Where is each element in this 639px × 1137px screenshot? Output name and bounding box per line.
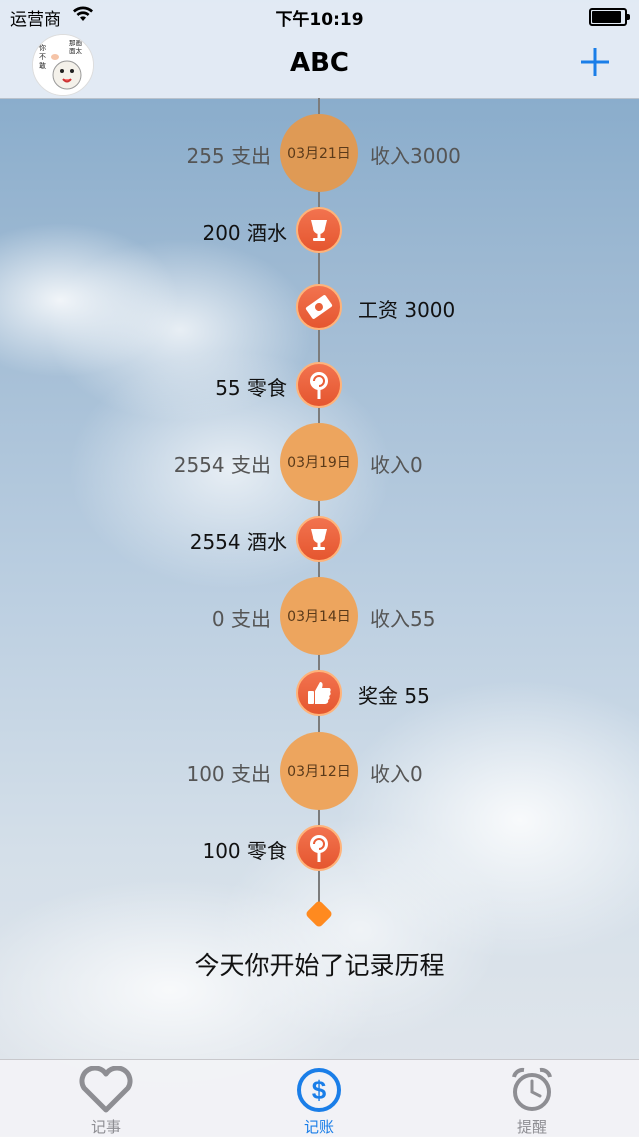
dollar-icon: $ xyxy=(297,1068,341,1112)
battery-icon xyxy=(589,8,630,26)
lollipop-icon[interactable] xyxy=(296,825,342,871)
timeline-start-message: 今天你开始了记录历程 xyxy=(194,951,445,980)
day-income-summary: 收入0 xyxy=(370,762,423,786)
day-income-summary: 收入3000 xyxy=(370,144,461,168)
entry-label: 55 零食 xyxy=(215,376,287,400)
lollipop-icon[interactable] xyxy=(296,362,342,408)
day-expense-summary: 100 支出 xyxy=(186,762,271,786)
entry-label: 100 零食 xyxy=(202,839,287,863)
tab-bar: 记事 $ 记账 提醒 xyxy=(0,1059,639,1137)
entry-label: 奖金 55 xyxy=(358,684,430,708)
svg-text:$: $ xyxy=(312,1075,327,1105)
wine-glass-icon[interactable] xyxy=(296,207,342,253)
wine-glass-icon[interactable] xyxy=(296,516,342,562)
heart-icon xyxy=(79,1066,133,1113)
money-icon[interactable] xyxy=(296,284,342,330)
plus-icon xyxy=(581,48,609,76)
thumbs-up-icon[interactable] xyxy=(296,670,342,716)
day-expense-summary: 2554 支出 xyxy=(173,453,271,477)
day-expense-summary: 255 支出 xyxy=(186,144,271,168)
navigation-bar: 运营商 下午10:19 你 不 敢 那画 面太 ABC xyxy=(0,0,639,99)
day-expense-summary: 0 支出 xyxy=(211,607,271,631)
date-bubble[interactable]: 03月14日 xyxy=(280,577,358,655)
entry-label: 工资 3000 xyxy=(358,298,456,322)
status-time: 下午10:19 xyxy=(275,10,364,30)
day-income-summary: 收入55 xyxy=(370,607,436,631)
entry-label: 2554 酒水 xyxy=(189,530,287,554)
date-bubble[interactable]: 03月21日 xyxy=(280,114,358,192)
status-bar: 运营商 下午10:19 xyxy=(0,0,639,32)
page-title: ABC xyxy=(289,48,350,78)
day-income-summary: 收入0 xyxy=(370,453,423,477)
tab-reminders[interactable]: 提醒 xyxy=(472,1060,592,1137)
tab-notes[interactable]: 记事 xyxy=(46,1060,166,1137)
date-bubble[interactable]: 03月12日 xyxy=(280,732,358,810)
entry-label: 200 酒水 xyxy=(202,221,287,245)
tab-notes-label: 记事 xyxy=(90,1118,121,1136)
svg-text:那画: 那画 xyxy=(69,39,82,47)
alarm-clock-icon xyxy=(512,1067,552,1111)
tab-accounts[interactable]: $ 记账 xyxy=(259,1060,379,1137)
date-bubble[interactable]: 03月19日 xyxy=(280,423,358,501)
add-button[interactable] xyxy=(581,48,609,76)
tab-reminders-label: 提醒 xyxy=(516,1118,547,1136)
tab-accounts-label: 记账 xyxy=(303,1118,334,1136)
